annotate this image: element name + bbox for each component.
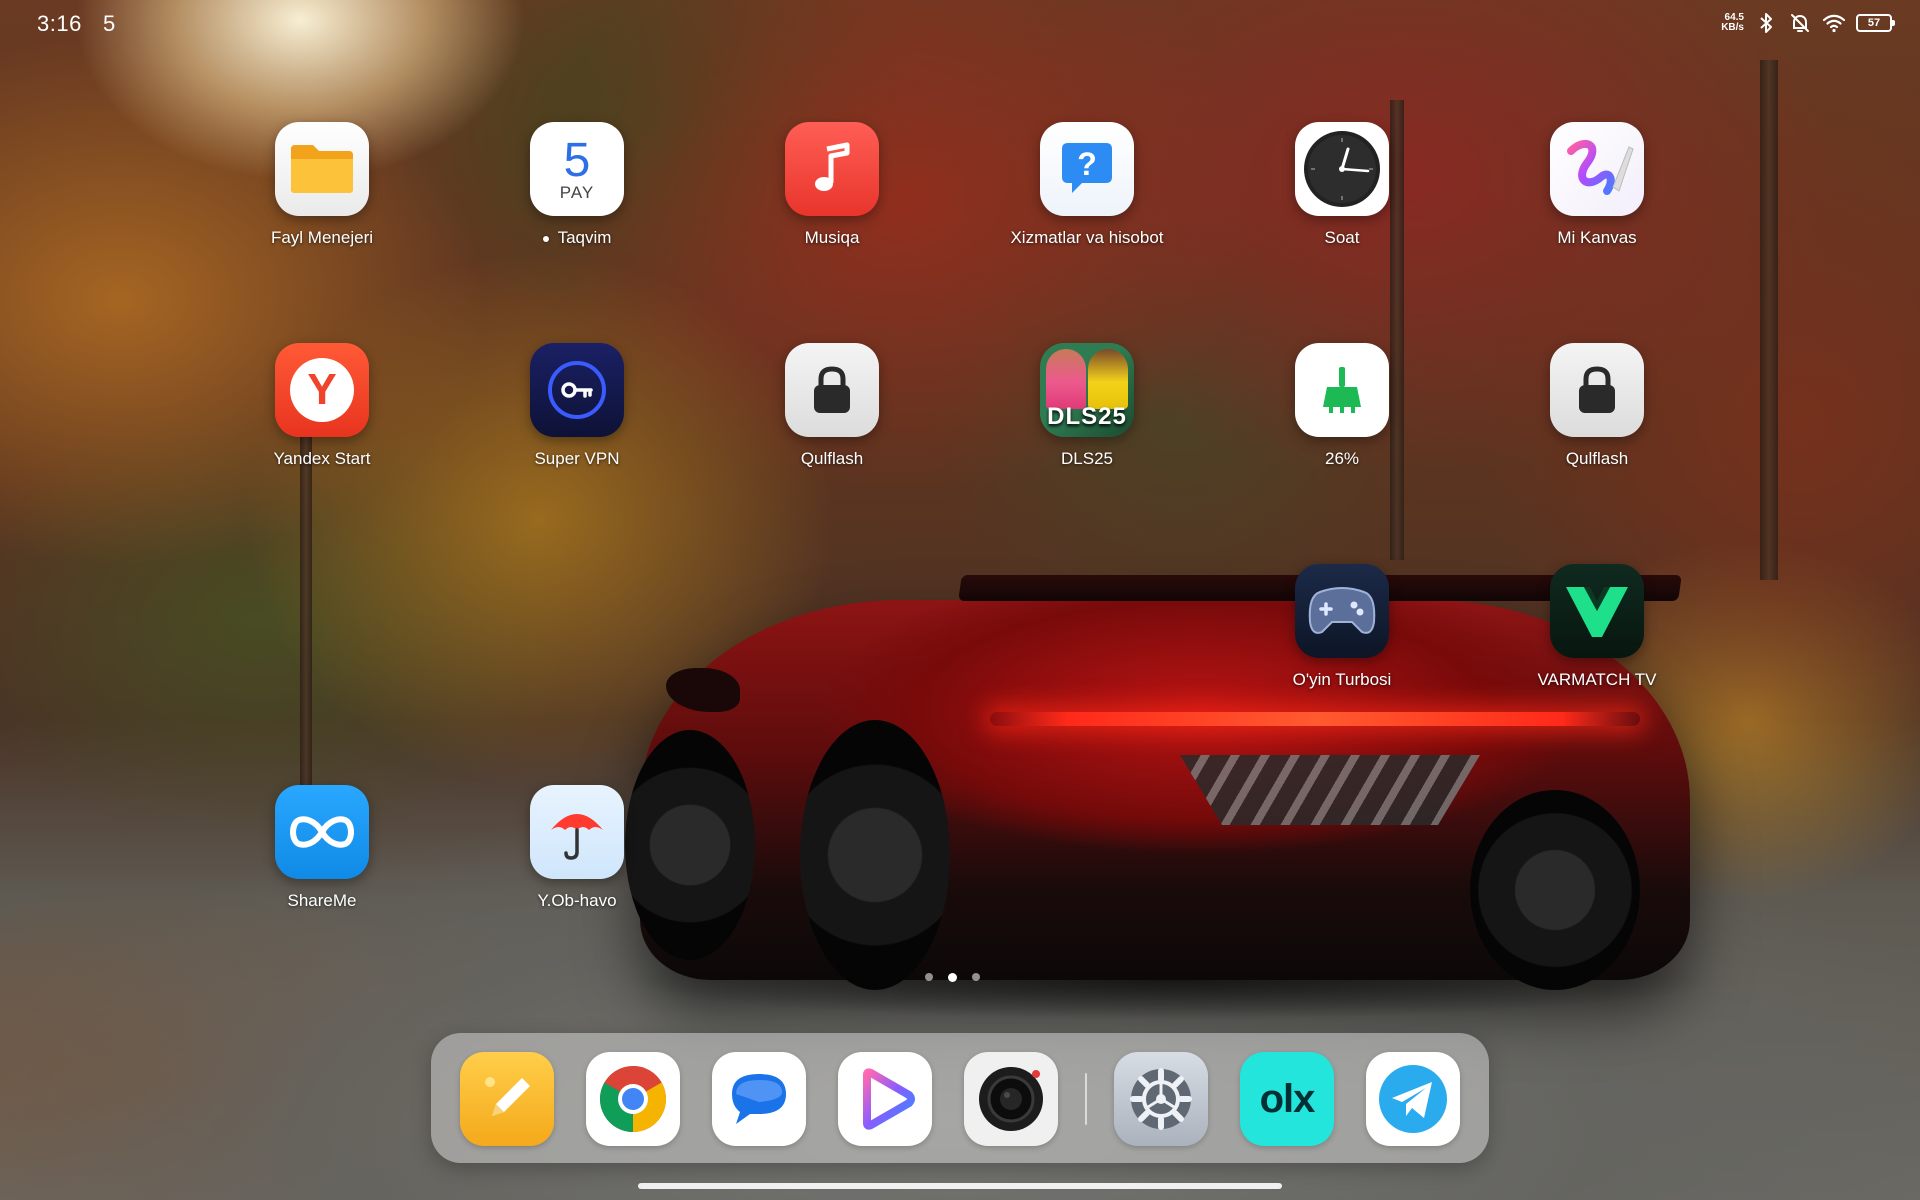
app-music[interactable]: Musiqa <box>712 122 952 272</box>
notification-muted-icon <box>1791 14 1809 32</box>
play-icon <box>863 1068 915 1130</box>
app-shareme[interactable]: ShareMe <box>202 785 442 935</box>
wifi-icon <box>1822 14 1846 33</box>
app-label: Qulflash <box>800 449 864 468</box>
bluetooth-icon <box>1760 13 1772 33</box>
svg-text:?: ? <box>1077 146 1097 182</box>
yandex-glyph: Y <box>307 365 337 414</box>
music-note-icon <box>785 122 879 216</box>
broom-icon <box>1295 343 1389 437</box>
chrome-icon <box>599 1066 667 1132</box>
dock-olx[interactable]: olx <box>1240 1052 1334 1146</box>
dock-video-player[interactable] <box>838 1052 932 1146</box>
clock-icon <box>1295 122 1389 216</box>
app-label: DLS25 <box>1061 449 1113 468</box>
battery-icon: 57 <box>1856 14 1895 32</box>
app-label-text: Taqvim <box>557 228 612 247</box>
app-varmatch-tv[interactable]: VARMATCH TV <box>1477 564 1717 714</box>
status-time: 3:16 <box>37 11 82 36</box>
status-icons: 64.5 KB/s 57 <box>1721 8 1895 38</box>
yandex-icon: Y <box>275 343 369 437</box>
chat-bubble-icon <box>732 1074 786 1124</box>
app-dls25[interactable]: DLS25 DLS25 <box>967 343 1207 493</box>
home-screen: 3:16 5 64.5 KB/s 57 Fayl Menejeri 5 PAY … <box>0 0 1920 1200</box>
car-rear-diffuser <box>1180 755 1480 825</box>
app-game-turbo[interactable]: O'yin Turbosi <box>1222 564 1462 714</box>
padlock-icon <box>1550 343 1644 437</box>
umbrella-icon <box>530 785 624 879</box>
camera-lens-icon <box>979 1067 1043 1131</box>
page-indicator[interactable] <box>925 973 980 982</box>
dock-chrome[interactable] <box>586 1052 680 1146</box>
app-label: Super VPN <box>534 449 620 468</box>
app-label: ShareMe <box>287 891 357 910</box>
app-label: O'yin Turbosi <box>1292 670 1392 689</box>
network-speed-unit: KB/s <box>1721 22 1744 33</box>
dock: olx <box>431 1033 1489 1163</box>
app-label: Mi Kanvas <box>1557 228 1637 247</box>
gear-icon <box>1130 1068 1192 1130</box>
page-dot <box>972 973 980 981</box>
app-label: Musiqa <box>804 228 860 247</box>
wallpaper-tree-trunk <box>1760 60 1778 580</box>
home-gesture-bar[interactable] <box>638 1183 1282 1189</box>
app-lock-2[interactable]: Qulflash <box>1477 343 1717 493</box>
dock-notes[interactable] <box>460 1052 554 1146</box>
app-yandex-start[interactable]: Y Yandex Start <box>202 343 442 493</box>
calendar-icon: 5 PAY <box>530 122 624 216</box>
car-tail-light <box>990 712 1640 726</box>
varmatch-logo-icon <box>1550 564 1644 658</box>
dock-divider <box>1085 1073 1087 1125</box>
status-date: 5 <box>103 11 116 36</box>
olx-icon: olx <box>1259 1076 1316 1121</box>
dock-settings[interactable] <box>1114 1052 1208 1146</box>
dls25-logo-text: DLS25 <box>1047 403 1127 430</box>
app-label: Qulflash <box>1565 449 1629 468</box>
network-speed: 64.5 KB/s <box>1721 13 1744 33</box>
page-dot <box>925 973 933 981</box>
app-label: Fayl Menejeri <box>270 228 374 247</box>
key-icon <box>530 343 624 437</box>
app-calendar[interactable]: 5 PAY Taqvim <box>457 122 697 272</box>
app-super-vpn[interactable]: Super VPN <box>457 343 697 493</box>
app-label: Soat <box>1324 228 1360 247</box>
dock-camera[interactable] <box>964 1052 1058 1146</box>
app-clock[interactable]: Soat <box>1222 122 1462 272</box>
car-rear-right-wheel <box>1470 790 1640 990</box>
padlock-icon <box>785 343 879 437</box>
app-lock-1[interactable]: Qulflash <box>712 343 952 493</box>
dock-telegram[interactable] <box>1366 1052 1460 1146</box>
player-figure-left <box>1046 349 1086 409</box>
brush-stroke-icon <box>1550 122 1644 216</box>
yandex-logo-circle: Y <box>290 358 354 422</box>
app-label: Taqvim <box>457 228 697 248</box>
battery-level: 57 <box>1867 17 1881 29</box>
infinity-icon <box>275 785 369 879</box>
app-label: VARMATCH TV <box>1537 670 1657 689</box>
dls25-icon: DLS25 <box>1040 343 1134 437</box>
app-mi-canvas[interactable]: Mi Kanvas <box>1477 122 1717 272</box>
gamepad-icon <box>1295 564 1389 658</box>
dock-messages[interactable] <box>712 1052 806 1146</box>
app-label: Xizmatlar va hisobot <box>1010 228 1164 247</box>
calendar-weekday: PAY <box>559 183 595 202</box>
app-services[interactable]: ? Xizmatlar va hisobot <box>967 122 1207 272</box>
notes-pencil-icon <box>485 1077 530 1116</box>
player-figure-right <box>1088 349 1128 409</box>
app-label: Y.Ob-havo <box>537 891 617 910</box>
status-bar: 3:16 5 64.5 KB/s 57 <box>0 0 1920 46</box>
calendar-day: 5 <box>563 134 591 187</box>
app-file-manager[interactable]: Fayl Menejeri <box>202 122 442 272</box>
question-bubble-icon: ? <box>1040 122 1134 216</box>
app-label: Yandex Start <box>273 449 371 468</box>
folder-icon <box>275 122 369 216</box>
car-rear-left-wheel <box>800 720 950 990</box>
new-install-dot <box>542 235 549 242</box>
app-cleaner[interactable]: 26% <box>1222 343 1462 493</box>
paper-plane-icon <box>1379 1065 1447 1133</box>
page-dot-active <box>948 973 957 982</box>
app-label: 26% <box>1324 449 1360 468</box>
app-weather[interactable]: Y.Ob-havo <box>457 785 697 935</box>
